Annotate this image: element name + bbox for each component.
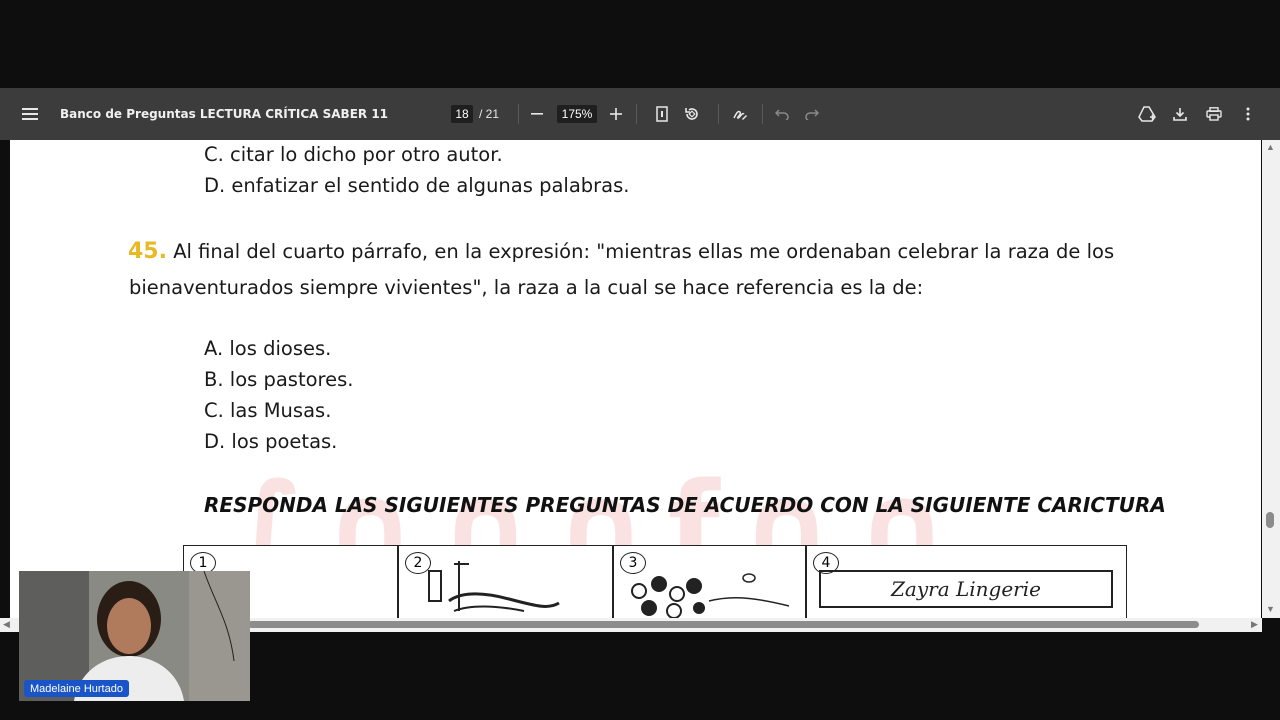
option-d: D. los poetas. xyxy=(204,430,338,453)
toolbar-divider xyxy=(718,104,719,124)
toolbar-divider xyxy=(636,104,637,124)
cartoon-panel-3: 3 xyxy=(613,545,806,618)
scroll-up-icon[interactable]: ▲ xyxy=(1266,142,1275,152)
vertical-scroll-thumb[interactable] xyxy=(1266,512,1274,528)
question-text-2: bienaventurados siempre vivientes", la r… xyxy=(129,276,924,299)
print-icon[interactable] xyxy=(1202,88,1226,140)
option-c-prev: C. citar lo dicho por otro autor. xyxy=(204,143,503,166)
vertical-scrollbar[interactable] xyxy=(1262,140,1280,618)
toolbar-divider xyxy=(762,104,763,124)
option-c: C. las Musas. xyxy=(204,399,332,422)
zoom-level[interactable]: 175% xyxy=(557,88,597,140)
document-title: Banco de Preguntas LECTURA CRÍTICA SABER… xyxy=(60,107,389,121)
scroll-down-icon[interactable]: ▼ xyxy=(1266,604,1275,614)
zoom-in-icon[interactable] xyxy=(604,88,628,140)
toolbar-divider xyxy=(518,104,519,124)
option-a: A. los dioses. xyxy=(204,337,332,360)
horizontal-scroll-thumb[interactable] xyxy=(248,621,1199,628)
cartoon-drawing xyxy=(631,573,790,618)
cartoon-panel-2: 2 xyxy=(398,545,613,618)
zoom-input[interactable]: 175% xyxy=(557,105,597,123)
zoom-out-icon[interactable] xyxy=(525,88,549,140)
download-icon[interactable] xyxy=(1168,88,1192,140)
question-line-1: 45. Al final del cuarto párrafo, en la e… xyxy=(128,239,1114,264)
undo-icon[interactable] xyxy=(770,88,794,140)
page-indicator: 18 / 21 xyxy=(451,88,499,140)
menu-icon[interactable] xyxy=(16,88,44,140)
option-d-prev: D. enfatizar el sentido de algunas palab… xyxy=(204,174,630,197)
scroll-right-icon[interactable]: ▶ xyxy=(1251,619,1258,630)
rotate-icon[interactable] xyxy=(680,88,704,140)
question-text-1: Al final del cuarto párrafo, en la expre… xyxy=(173,240,1115,263)
page-total: / 21 xyxy=(479,107,500,121)
section-heading: RESPONDA LAS SIGUIENTES PREGUNTAS DE ACU… xyxy=(204,493,1166,517)
cartoon-panel-4: 4 Zayra Lingerie xyxy=(806,545,1127,618)
fit-page-icon[interactable] xyxy=(650,88,674,140)
redo-icon[interactable] xyxy=(800,88,824,140)
annotate-icon[interactable] xyxy=(728,88,752,140)
question-number: 45. xyxy=(128,239,167,264)
pdf-toolbar: Banco de Preguntas LECTURA CRÍTICA SABER… xyxy=(0,88,1280,140)
more-icon[interactable] xyxy=(1236,88,1260,140)
drive-icon[interactable] xyxy=(1135,88,1159,140)
participant-name: Madelaine Hurtado xyxy=(24,680,129,697)
option-b: B. los pastores. xyxy=(204,368,354,391)
cartoon-drawing xyxy=(428,561,560,612)
pdf-page: ∫∩∩∩ƒ∩∩ C. citar lo dicho por otro autor… xyxy=(10,140,1261,618)
page-number-input[interactable]: 18 xyxy=(451,105,473,123)
store-sign: Zayra Lingerie xyxy=(819,570,1113,608)
scroll-left-icon[interactable]: ◀ xyxy=(3,619,10,630)
